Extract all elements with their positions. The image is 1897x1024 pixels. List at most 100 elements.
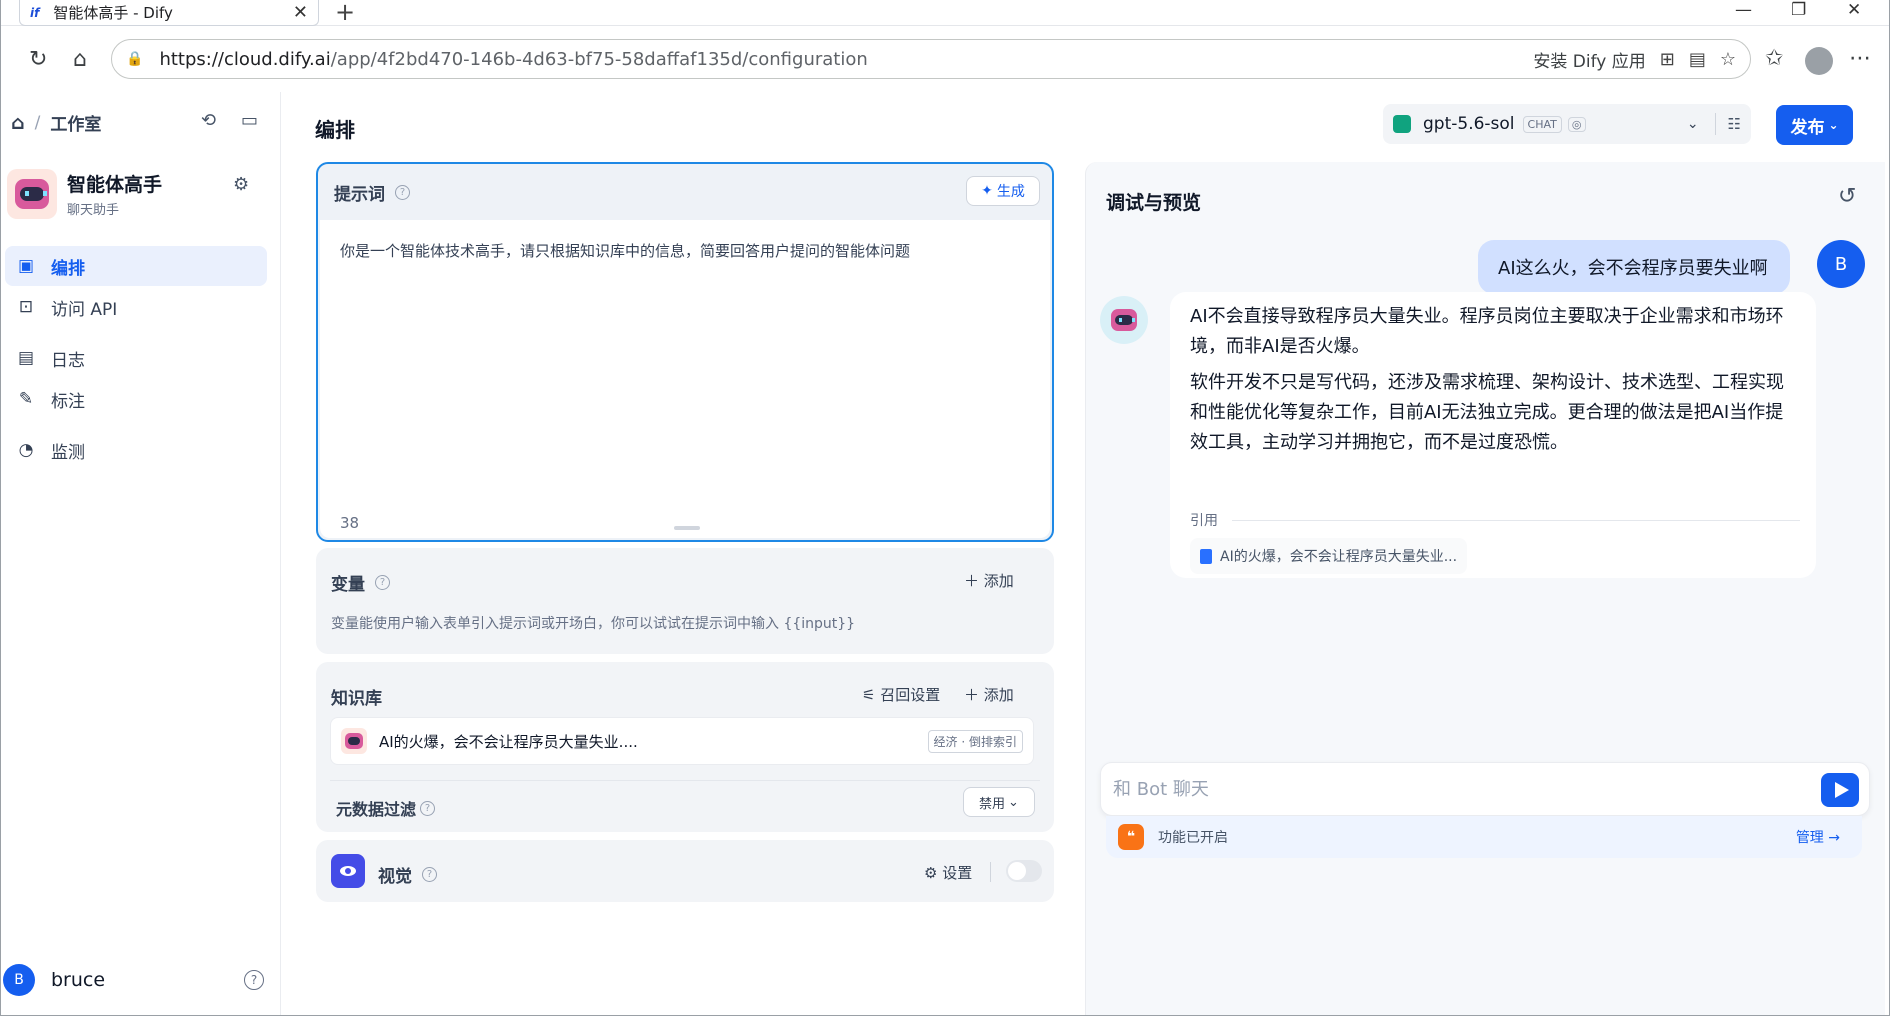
switch-icon[interactable]: ⟲ xyxy=(201,110,216,131)
dataset-robot-icon xyxy=(341,728,367,754)
settings-sliders-icon: ⚟ xyxy=(862,686,881,704)
gear-icon: ⚙ xyxy=(924,864,943,882)
annotation-icon: ✎ xyxy=(18,389,34,409)
help-icon[interactable]: ? xyxy=(244,970,264,990)
home-icon[interactable]: ⌂ xyxy=(73,47,87,72)
browser-tab[interactable]: if 智能体高手 - Dify ✕ xyxy=(19,0,319,26)
reload-icon[interactable]: ↻ xyxy=(29,47,47,72)
add-variable-button[interactable]: ＋ 添加 xyxy=(964,570,1014,591)
knowledge-title: 知识库 xyxy=(331,689,382,709)
sidebar-item-label: 编排 xyxy=(51,258,85,279)
metadata-filter-select[interactable]: 禁用 ⌄ xyxy=(963,787,1035,817)
sidebar-item-annotations[interactable]: ✎ 标注 xyxy=(5,379,267,419)
help-icon[interactable]: ? xyxy=(375,575,390,590)
more-menu-icon[interactable]: ⋯ xyxy=(1849,46,1871,71)
metadata-filter-label-row: 元数据过滤 ? xyxy=(336,796,436,820)
retrieval-label: 召回设置 xyxy=(880,686,941,704)
minimize-icon[interactable]: — xyxy=(1735,0,1752,20)
reset-conversation-icon[interactable]: ↺ xyxy=(1838,184,1856,209)
bot-message-paragraph: 软件开发不只是写代码，还涉及需求梳理、架构设计、技术选型、工程实现和性能优化等复… xyxy=(1190,372,1784,453)
send-icon xyxy=(1834,782,1849,798)
close-window-icon[interactable]: ✕ xyxy=(1847,0,1861,20)
divider xyxy=(1232,519,1800,521)
model-params-icon[interactable]: ☷ xyxy=(1728,115,1741,133)
prompt-editor-card: 提示词 ? ✦ 生成 你是一个智能体技术高手，请只根据知识库中的信息，简要回答用… xyxy=(316,162,1054,542)
help-icon[interactable]: ? xyxy=(420,800,436,816)
tab-title: 智能体高手 - Dify xyxy=(53,4,173,22)
debug-preview-panel: 调试与预览 ↺ AI这么火，会不会程序员要失业啊 B AI不会直接导致程序员大量… xyxy=(1085,162,1885,1015)
sidebar-item-logs[interactable]: ▤ 日志 xyxy=(5,338,267,378)
breadcrumb-studio[interactable]: 工作室 xyxy=(50,110,101,135)
sidebar-item-label: 日志 xyxy=(51,350,85,371)
help-icon[interactable]: ? xyxy=(422,867,437,882)
knowledge-item-name: AI的火爆，会不会让程序员大量失业.... xyxy=(379,732,638,751)
sidebar-item-label: 标注 xyxy=(51,391,85,412)
sparkle-icon: ✦ xyxy=(981,183,993,199)
url-host: https://cloud.dify.ai xyxy=(159,48,331,70)
knowledge-card: 知识库 ⚟ 召回设置 ＋ 添加 AI的火爆，会不会让程序员大量失业.... 经济… xyxy=(316,662,1054,832)
user-account[interactable]: B bruce xyxy=(3,964,105,996)
app-card[interactable]: 智能体高手 聊天助手 xyxy=(7,169,162,219)
sidebar-item-orchestrate[interactable]: ▣ 编排 xyxy=(5,246,267,286)
chat-input-box xyxy=(1100,762,1870,816)
browser-profile-avatar[interactable] xyxy=(1805,47,1833,75)
prompt-title: 提示词 xyxy=(334,185,385,205)
app-settings-icon[interactable]: ⚙ xyxy=(233,174,249,195)
favorites-icon[interactable]: ✩ xyxy=(1765,46,1783,71)
divider xyxy=(330,780,1040,781)
divider xyxy=(1714,113,1716,135)
vision-toggle[interactable] xyxy=(1006,860,1042,882)
debug-title: 调试与预览 xyxy=(1106,192,1202,214)
address-bar[interactable]: 🔒 https://cloud.dify.ai /app/4f2bd470-14… xyxy=(111,39,1751,79)
home-icon[interactable]: ⌂ xyxy=(11,112,25,134)
sidebar-item-monitor[interactable]: ◔ 监测 xyxy=(5,430,267,470)
eye-icon xyxy=(331,854,365,888)
bot-message-paragraph: AI不会直接导致程序员大量失业。程序员岗位主要取决于企业需求和市场环境，而非AI… xyxy=(1190,306,1784,357)
variables-title: 变量 xyxy=(331,575,365,595)
terminal-icon: ⊡ xyxy=(18,297,34,317)
knowledge-item[interactable]: AI的火爆，会不会让程序员大量失业.... 经济 · 倒排索引 xyxy=(330,717,1034,765)
breadcrumb-separator: / xyxy=(34,112,41,133)
manage-features-button[interactable]: 管理 → xyxy=(1796,827,1840,847)
add-knowledge-button[interactable]: ＋ 添加 xyxy=(964,684,1014,705)
layout-icon: ▣ xyxy=(17,256,35,276)
reader-icon[interactable]: ▤ xyxy=(1689,49,1706,70)
site-info-icon[interactable]: 🔒 xyxy=(126,51,143,67)
address-row: ↻ ⌂ 🔒 https://cloud.dify.ai /app/4f2bd47… xyxy=(1,27,1889,91)
vision-card: 视觉 ? ⚙ 设置 xyxy=(316,840,1054,902)
resize-handle[interactable] xyxy=(674,526,700,530)
citation-item[interactable]: AI的火爆，会不会让程序员大量失业... xyxy=(1190,538,1468,574)
sidebar-item-label: 访问 API xyxy=(51,299,118,320)
variables-card: 变量 ? ＋ 添加 变量能使用户输入表单引入提示词或开场白，你可以试试在提示词中… xyxy=(316,548,1054,654)
openai-icon xyxy=(1393,115,1411,133)
sidebar-item-label: 监测 xyxy=(51,442,85,463)
install-app-button[interactable]: 安装 Dify 应用 xyxy=(1533,47,1645,72)
close-tab-icon[interactable]: ✕ xyxy=(293,2,308,23)
citation-item-name: AI的火爆，会不会让程序员大量失业... xyxy=(1220,549,1458,565)
favorite-star-icon[interactable]: ☆ xyxy=(1720,49,1736,70)
generate-label: 生成 xyxy=(996,184,1025,200)
sidebar-item-api[interactable]: ⊡ 访问 API xyxy=(5,287,267,327)
variables-title-row: 变量 ? xyxy=(331,570,390,595)
model-selector[interactable]: gpt-5.6-sol CHAT ◎ ⌄ ☷ xyxy=(1383,104,1751,144)
plus-icon: ＋ xyxy=(964,572,984,590)
features-bar: ❝ 功能已开启 管理 → xyxy=(1106,816,1862,858)
publish-button[interactable]: 发布 ⌄ xyxy=(1776,105,1853,145)
prompt-textarea[interactable]: 你是一个智能体技术高手，请只根据知识库中的信息，简要回答用户提问的智能体问题 3… xyxy=(320,220,1050,538)
send-button[interactable] xyxy=(1821,773,1859,807)
user-avatar: B xyxy=(1817,240,1865,288)
citation-header: 引用 xyxy=(1190,510,1800,530)
new-tab-icon[interactable]: + xyxy=(335,0,355,26)
breadcrumb: ⌂ / 工作室 xyxy=(11,110,101,136)
generate-button[interactable]: ✦ 生成 xyxy=(966,176,1040,206)
help-icon[interactable]: ? xyxy=(395,185,410,200)
retrieval-settings-button[interactable]: ⚟ 召回设置 xyxy=(862,684,940,705)
app-robot-icon xyxy=(7,169,57,219)
vision-settings-button[interactable]: ⚙ 设置 xyxy=(924,862,972,883)
chat-input[interactable] xyxy=(1113,763,1793,815)
url-path: /app/4f2bd470-146b-4d63-bf75-58daffaf135… xyxy=(330,48,868,70)
variables-description: 变量能使用户输入表单引入提示词或开场白，你可以试试在提示词中输入 {{input… xyxy=(331,616,856,632)
apps-icon[interactable]: ⊞ xyxy=(1660,49,1675,70)
restore-icon[interactable]: ❐ xyxy=(1791,0,1806,20)
collapse-sidebar-icon[interactable]: ▭ xyxy=(241,110,258,131)
